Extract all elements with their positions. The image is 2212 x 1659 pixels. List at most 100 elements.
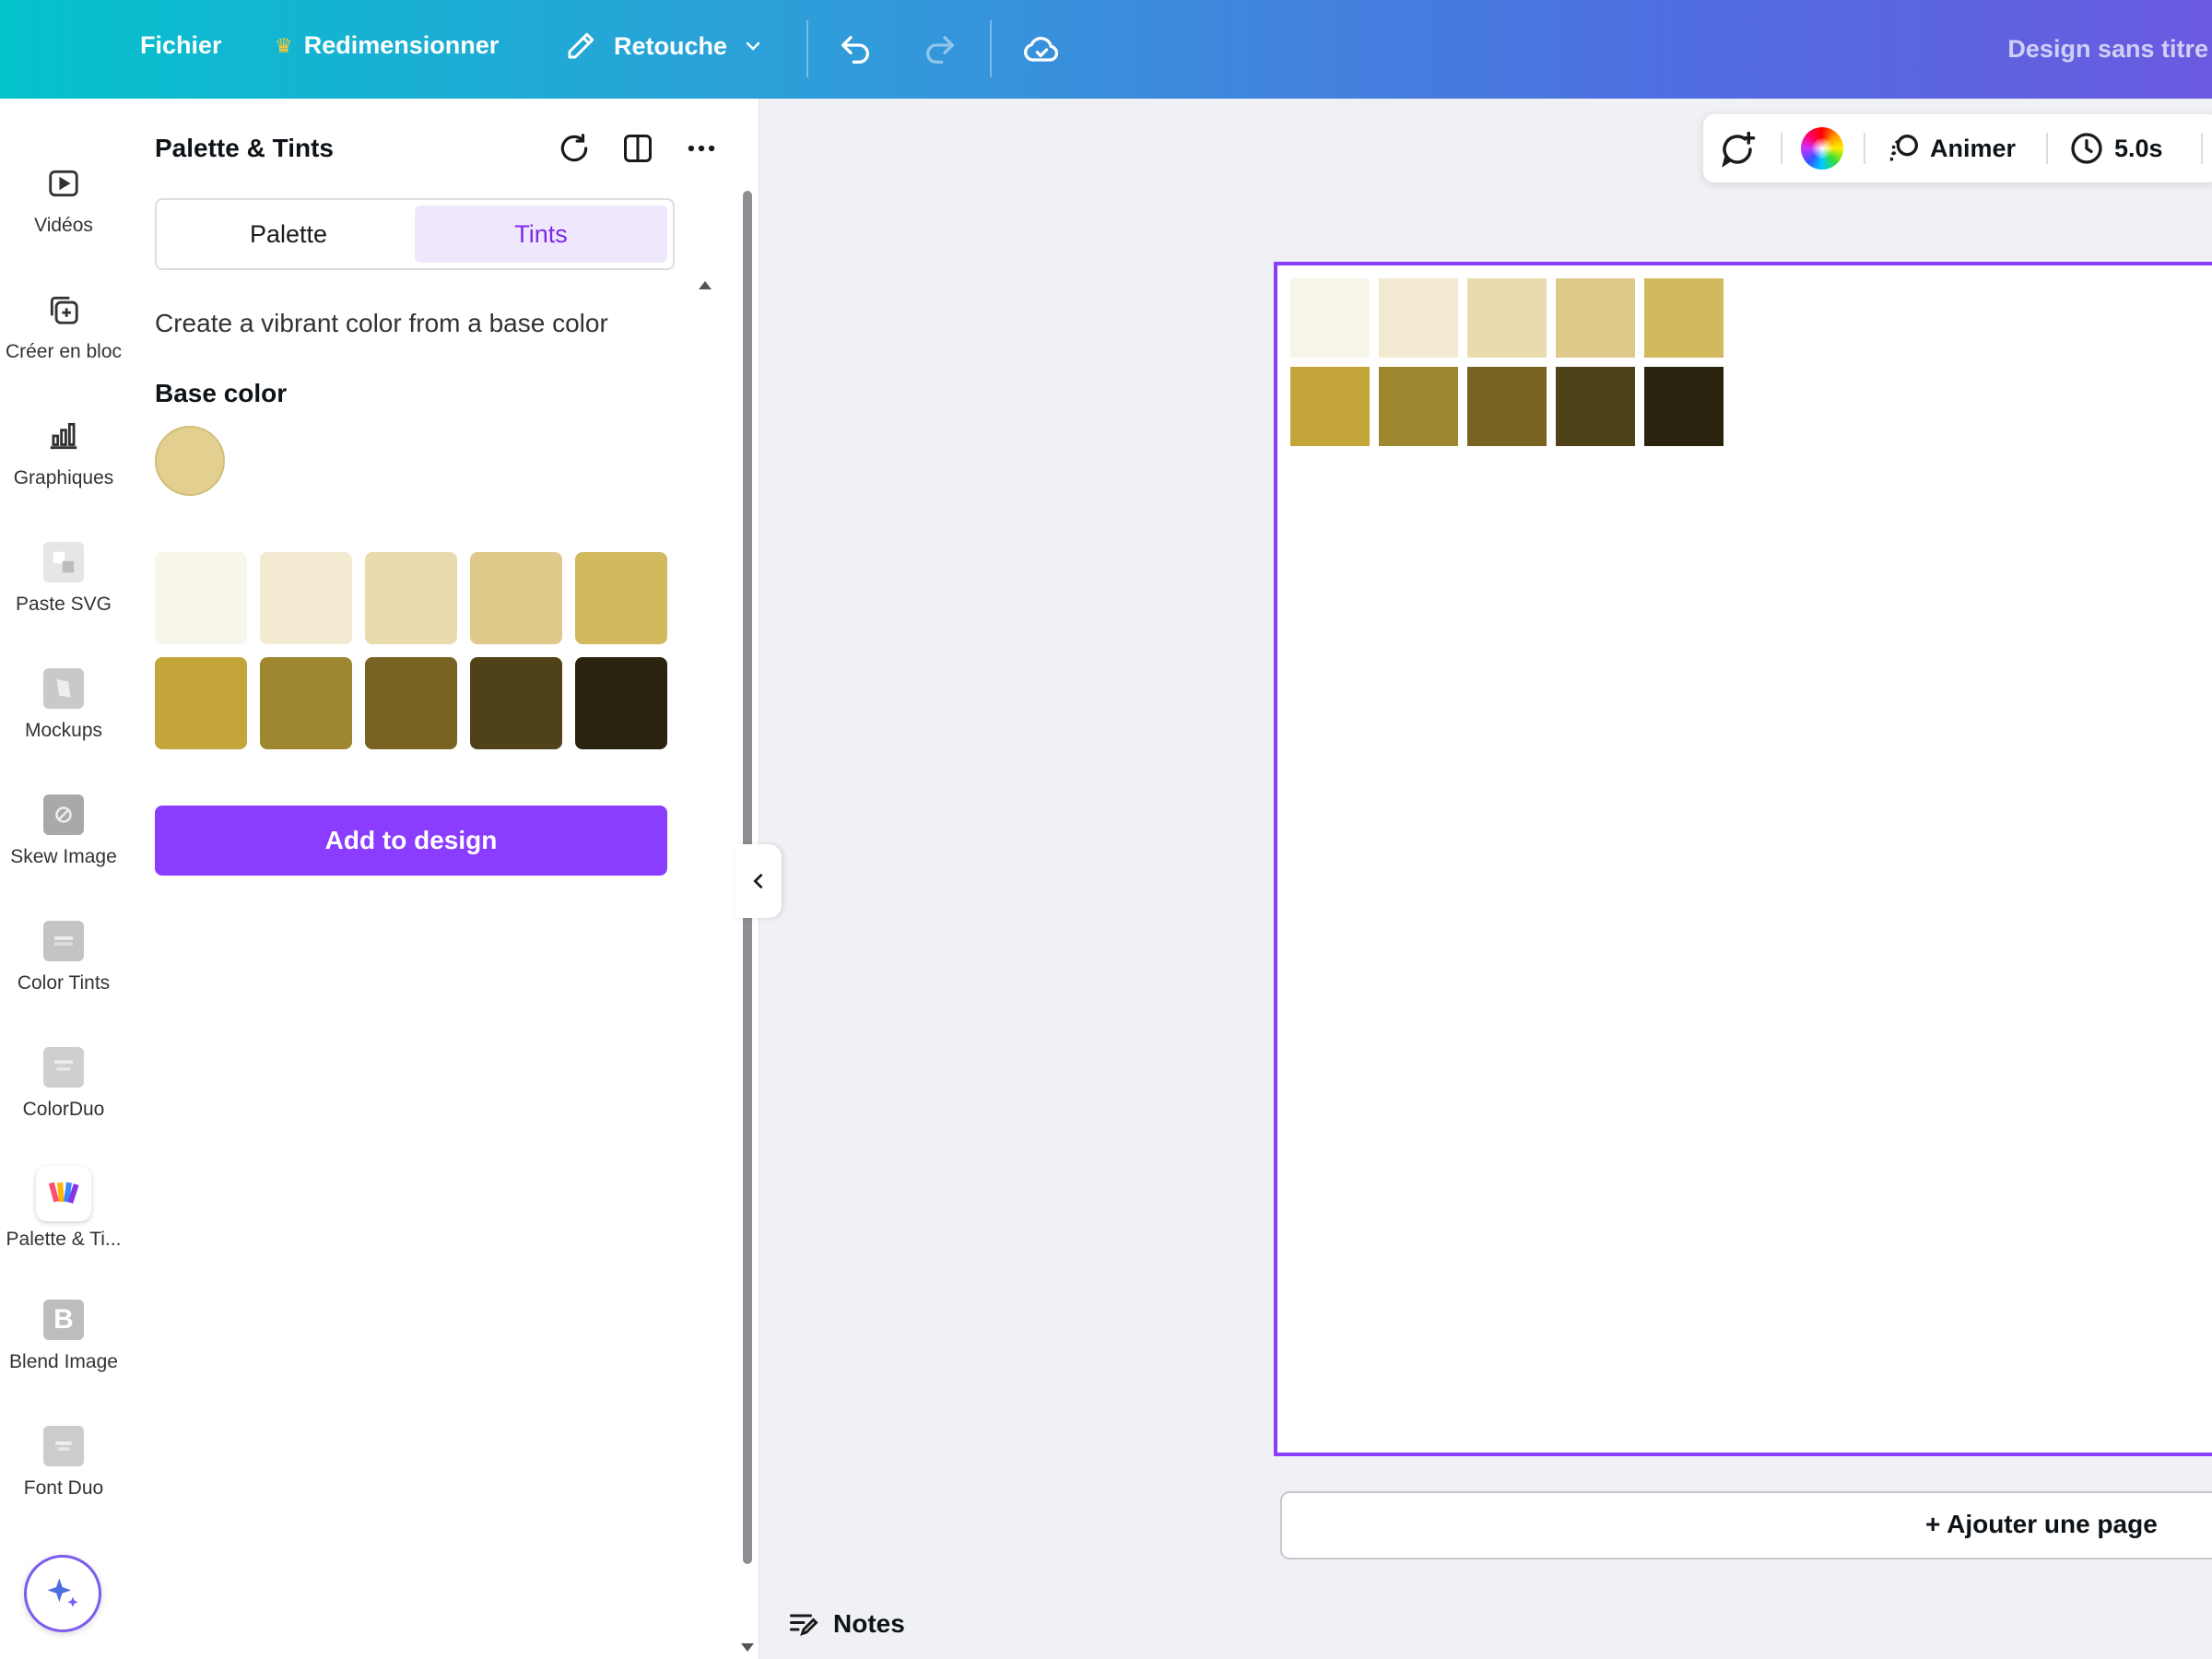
notes-icon [790,1614,818,1636]
clock-icon [2071,133,2102,164]
duration-button[interactable]: 5.0s [2068,130,2163,167]
toolbar-divider [1781,133,1783,164]
tab-tints[interactable]: Tints [415,206,667,263]
chevron-down-icon [746,41,760,51]
tint-swatch[interactable] [260,552,352,644]
add-comment-button[interactable] [1718,130,1757,169]
tints-grid [155,552,671,749]
pencil-icon [568,32,594,59]
tint-swatch[interactable] [365,657,457,749]
rail-item-colorduo[interactable]: ColorDuo [0,1047,127,1121]
tint-swatch[interactable] [575,552,667,644]
refresh-button[interactable] [556,130,593,167]
rail-item-blend-image[interactable]: B Blend Image [0,1300,127,1373]
rail-item-label: Skew Image [10,846,117,867]
blend-image-thumb: B [43,1300,84,1340]
rail-item-mockups[interactable]: Mockups [0,668,127,742]
bulk-create-icon [43,289,84,330]
tint-swatch[interactable] [470,552,562,644]
animate-icon [1889,135,1918,161]
color-tints-app-icon [43,921,84,961]
rail-item-videos[interactable]: Vidéos [0,163,127,237]
rail-item-label: Vidéos [34,215,93,236]
sparkle-icon [47,1578,78,1607]
mockups-thumb [43,668,84,709]
canvas-color-swatch[interactable] [1556,278,1635,358]
scroll-down-arrow-icon[interactable] [741,1643,754,1652]
base-color-label: Base color [155,379,288,407]
tint-swatch[interactable] [155,552,247,644]
top-bar: Fichier ♛ Redimensionner Retouche Design… [0,0,2212,99]
context-toolbar: Animer 5.0s [1703,114,2212,182]
canvas-color-swatch[interactable] [1290,367,1370,446]
animate-label: Animer [1930,134,2017,162]
rail-item-bulk-create[interactable]: Créer en bloc [0,289,127,363]
split-view-button[interactable] [619,130,656,167]
rail-item-label: Créer en bloc [5,341,123,362]
toolbar-divider [806,20,808,77]
cloud-save-button[interactable] [1021,29,1062,70]
color-picker-button[interactable] [1801,127,1843,170]
redo-icon [926,36,954,65]
canvas-color-swatch[interactable] [1290,278,1370,358]
scroll-up-arrow-icon[interactable] [699,281,712,289]
canvas-color-swatch[interactable] [1467,367,1547,446]
magic-assistant-button[interactable] [24,1555,101,1632]
file-menu-button[interactable]: Fichier [140,31,222,60]
refresh-icon [560,134,588,162]
redo-button[interactable] [922,31,959,68]
canvas-color-swatch[interactable] [1379,367,1458,446]
undo-button[interactable] [837,31,874,68]
duration-label: 5.0s [2114,134,2163,162]
rail-item-charts[interactable]: Graphiques [0,416,127,489]
color-tints-thumb [43,921,84,961]
tab-palette[interactable]: Palette [162,206,415,263]
tint-swatch[interactable] [470,657,562,749]
retouch-label: Retouche [614,31,728,60]
retouch-button[interactable]: Retouche [564,29,781,63]
rail-item-palette-tints[interactable]: Palette & Ti... [0,1166,127,1251]
animate-button[interactable]: Animer [1886,130,2016,167]
font-duo-thumb [43,1426,84,1466]
canvas-color-swatch[interactable] [1467,278,1547,358]
tint-swatch[interactable] [575,657,667,749]
paste-svg-thumb [43,542,84,582]
notes-label: Notes [833,1609,905,1638]
menu-icon[interactable] [48,35,77,63]
toolbar-divider [990,20,992,77]
resize-button[interactable]: ♛ Redimensionner [275,31,499,60]
canvas-color-swatch[interactable] [1379,278,1458,358]
collapse-panel-button[interactable] [735,844,782,918]
base-color-swatch[interactable] [155,426,225,496]
rail-item-color-tints[interactable]: Color Tints [0,921,127,994]
rail-item-skew-image[interactable]: Skew Image [0,794,127,868]
tint-swatch[interactable] [365,552,457,644]
panel-title: Palette & Tints [155,134,334,162]
canvas-color-swatch[interactable] [1644,367,1724,446]
comment-plus-icon [1722,131,1756,168]
canvas-color-swatch[interactable] [1644,278,1724,358]
more-options-button[interactable] [683,130,720,167]
tint-swatch[interactable] [260,657,352,749]
undo-icon [841,36,869,65]
design-page[interactable] [1274,262,2212,1456]
palette-tints-thumb [36,1166,91,1221]
rail-item-paste-svg[interactable]: Paste SVG [0,542,127,616]
rail-item-label: Mockups [24,720,103,741]
colorduo-thumb [43,1047,84,1088]
notes-button[interactable]: Notes [787,1607,905,1641]
add-page-button[interactable]: + Ajouter une page [1280,1491,2212,1559]
canvas-color-swatch[interactable] [1556,367,1635,446]
tint-swatch[interactable] [155,657,247,749]
design-title[interactable]: Design sans titre [2007,35,2208,64]
paste-svg-app-icon [43,542,84,582]
blend-image-app-icon: B [43,1300,84,1340]
split-view-icon [624,135,652,162]
rail-item-label: Graphiques [13,467,114,488]
rail-item-font-duo[interactable]: Font Duo [0,1426,127,1500]
color-wheel-icon [1801,127,1843,170]
crown-icon: ♛ [275,33,293,57]
add-page-label: + Ajouter une page [1925,1510,2158,1538]
add-to-design-button[interactable]: Add to design [155,806,667,876]
toolbar-divider [1864,133,1865,164]
